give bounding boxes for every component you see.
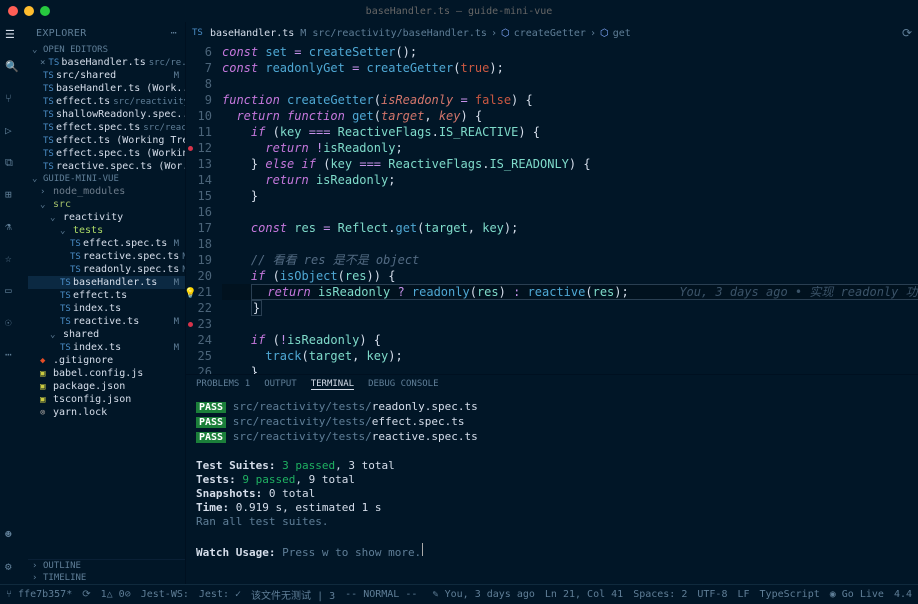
extensions-icon[interactable]: ⊞: [5, 188, 23, 206]
go-live[interactable]: ◉ Go Live: [830, 589, 884, 600]
problems-status[interactable]: 1△ 0⊘: [101, 589, 131, 600]
open-editor-item[interactable]: TSeffect.ts src/reactivity: [28, 95, 185, 108]
bookmarks-icon[interactable]: ☆: [5, 252, 23, 270]
file-item[interactable]: TSreactive.tsM: [28, 315, 185, 328]
file-item[interactable]: ⊗yarn.lock: [28, 406, 185, 419]
statusbar: ⑂ ffe7b357* ⟳ 1△ 0⊘ Jest-WS: Jest: ✓ 该文件…: [0, 584, 918, 604]
file-item[interactable]: TSreadonly.spec.tsM: [28, 263, 185, 276]
open-editor-item[interactable]: TSbaseHandler.ts (Work...: [28, 82, 185, 95]
testing-icon[interactable]: ⚗: [5, 220, 23, 238]
folder-item[interactable]: ⌄src: [28, 198, 185, 211]
more-icon[interactable]: ⋯: [171, 28, 177, 39]
panel-tab-output[interactable]: OUTPUT: [264, 379, 297, 390]
breadcrumb-fn2: get: [613, 28, 631, 39]
misc-icon[interactable]: ⋯: [5, 348, 23, 366]
file-item[interactable]: ▣tsconfig.json: [28, 393, 185, 406]
code-area[interactable]: 6789101112131415161718192021💡2223242526 …: [186, 44, 918, 374]
file-item[interactable]: TSindex.tsM: [28, 341, 185, 354]
folder-item[interactable]: ›node_modules: [28, 185, 185, 198]
project-header[interactable]: ⌄GUIDE-MINI-VUE: [28, 173, 185, 185]
folder-item[interactable]: ⌄shared: [28, 328, 185, 341]
ts-icon: TS: [192, 28, 202, 38]
file-item[interactable]: ▣babel.config.js: [28, 367, 185, 380]
blame-status[interactable]: ✎ You, 3 days ago: [433, 589, 535, 600]
code-lines[interactable]: const set = createSetter();const readonl…: [222, 44, 918, 374]
open-editor-item[interactable]: TSeffect.ts (Working Tree) M: [28, 134, 185, 147]
panel-tab-problems[interactable]: PROBLEMS 1: [196, 379, 250, 390]
panel-tab-terminal[interactable]: TERMINAL: [311, 379, 354, 390]
line-gutter: 6789101112131415161718192021💡2223242526: [186, 44, 222, 374]
project-label: GUIDE-MINI-VUE: [43, 174, 119, 184]
file-item[interactable]: TSeffect.spec.tsM: [28, 237, 185, 250]
debug-icon[interactable]: ▷: [5, 124, 23, 142]
language-status[interactable]: TypeScript: [760, 589, 820, 600]
sidebar-header: EXPLORER ⋯: [28, 22, 185, 44]
reload-icon[interactable]: ⟳: [902, 26, 912, 40]
editor-group: TS baseHandler.ts M src/reactivity/baseH…: [186, 22, 918, 584]
bottom-panel: PROBLEMS 1 OUTPUT TERMINAL DEBUG CONSOLE PA…: [186, 374, 918, 584]
open-editor-item[interactable]: TSsrc/shared M: [28, 69, 185, 82]
editor-tabs: TS baseHandler.ts M src/reactivity/baseH…: [186, 22, 918, 44]
activity-bar: ☰ 🔍 ⑂ ▷ ⧉ ⊞ ⚗ ☆ ▭ ☉ ⋯ ☻ ⚙: [0, 22, 28, 584]
open-editor-item[interactable]: TSeffect.spec.ts (Working Tr...: [28, 147, 185, 160]
jest-detail[interactable]: 该文件无测试 | 3: [251, 587, 335, 602]
accounts-icon[interactable]: ☻: [5, 528, 23, 546]
timeline-label: TIMELINE: [43, 573, 86, 583]
window-controls: [8, 6, 50, 16]
tab-modified: M: [300, 28, 306, 39]
file-item[interactable]: TSeffect.ts: [28, 289, 185, 302]
jest-status[interactable]: Jest: ✓: [199, 589, 241, 600]
terminal-output[interactable]: PASS src/reactivity/tests/readonly.spec.…: [186, 394, 918, 584]
titlebar: baseHandler.ts — guide-mini-vue: [0, 0, 918, 22]
open-editor-item[interactable]: TSshallowReadonly.spec... 1: [28, 108, 185, 121]
jest-ws[interactable]: Jest-WS:: [141, 589, 189, 600]
source-control-icon[interactable]: ⑂: [5, 92, 23, 110]
outline-header[interactable]: ›OUTLINE: [28, 560, 185, 572]
eol-status[interactable]: LF: [737, 589, 749, 600]
breadcrumb[interactable]: src/reactivity/baseHandler.ts › ⬡createG…: [312, 28, 630, 39]
folder-icon[interactable]: ▭: [5, 284, 23, 302]
tab-filename[interactable]: baseHandler.ts: [210, 28, 294, 39]
breadcrumb-fn1: createGetter: [514, 28, 586, 39]
sync-icon[interactable]: ⟳: [82, 589, 90, 600]
explorer-label: EXPLORER: [36, 28, 87, 39]
window-title: baseHandler.ts — guide-mini-vue: [366, 6, 553, 17]
settings-icon[interactable]: ⚙: [5, 560, 23, 578]
folder-item[interactable]: ⌄tests: [28, 224, 185, 237]
cursor-position[interactable]: Ln 21, Col 41: [545, 589, 623, 600]
panel-tab-debug console[interactable]: DEBUG CONSOLE: [368, 379, 438, 390]
hint-icon[interactable]: ☉: [5, 316, 23, 334]
file-item[interactable]: TSbaseHandler.tsM: [28, 276, 185, 289]
close-window[interactable]: [8, 6, 18, 16]
explorer-icon[interactable]: ☰: [5, 28, 23, 46]
search-icon[interactable]: 🔍: [5, 60, 23, 78]
open-editors-label: OPEN EDITORS: [43, 45, 108, 55]
timeline-header[interactable]: ›TIMELINE: [28, 572, 185, 584]
encoding-status[interactable]: UTF-8: [697, 589, 727, 600]
breadcrumb-path: src/reactivity/baseHandler.ts: [312, 28, 487, 39]
open-editor-item[interactable]: TSreactive.spec.ts (Wor... M: [28, 160, 185, 173]
open-editor-item[interactable]: TSeffect.spec.ts src/reactivity...M: [28, 121, 185, 134]
indent-status[interactable]: Spaces: 2: [633, 589, 687, 600]
file-item[interactable]: ▣package.json: [28, 380, 185, 393]
vim-mode: -- NORMAL --: [345, 589, 417, 600]
maximize-window[interactable]: [40, 6, 50, 16]
open-editors-list: ×TSbaseHandler.ts src/re...MTSsrc/shared…: [28, 56, 185, 173]
open-editor-item[interactable]: ×TSbaseHandler.ts src/re...M: [28, 56, 185, 69]
outline-label: OUTLINE: [43, 561, 81, 571]
file-item[interactable]: ◆.gitignore: [28, 354, 185, 367]
minimize-window[interactable]: [24, 6, 34, 16]
file-item[interactable]: TSindex.ts: [28, 302, 185, 315]
remote-icon[interactable]: ⧉: [5, 156, 23, 174]
folder-item[interactable]: ⌄reactivity: [28, 211, 185, 224]
sidebar: EXPLORER ⋯ ⌄OPEN EDITORS ×TSbaseHandler.…: [28, 22, 186, 584]
typescript-version[interactable]: 4.4: [894, 589, 912, 600]
file-tree: ›node_modules⌄src⌄reactivity⌄testsTSeffe…: [28, 185, 185, 559]
git-branch[interactable]: ⑂ ffe7b357*: [6, 589, 72, 600]
panel-tabs: PROBLEMS 1 OUTPUT TERMINAL DEBUG CONSOLE: [186, 375, 918, 394]
file-item[interactable]: TSreactive.spec.tsM: [28, 250, 185, 263]
open-editors-header[interactable]: ⌄OPEN EDITORS: [28, 44, 185, 56]
